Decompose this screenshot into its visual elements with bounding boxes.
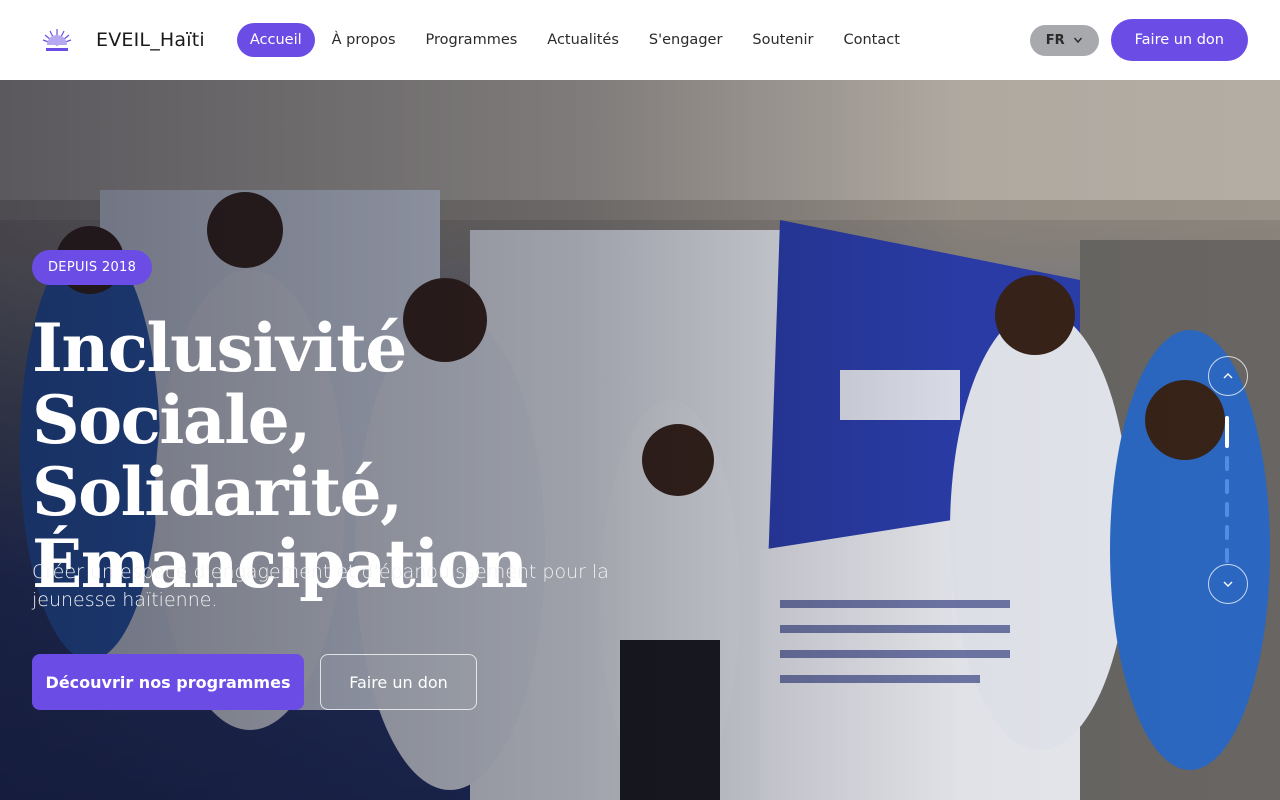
slide-dot[interactable] xyxy=(1225,548,1229,563)
hero-title: Inclusivité Sociale, Solidarité, Émancip… xyxy=(32,312,672,600)
slide-dot[interactable] xyxy=(1225,502,1229,517)
nav-item-contact[interactable]: Contact xyxy=(830,23,912,57)
nav-item-accueil[interactable]: Accueil xyxy=(236,23,315,57)
brand-name: EVEIL_Haïti xyxy=(96,29,205,51)
chevron-up-icon xyxy=(1223,373,1233,379)
discover-programs-button[interactable]: Découvrir nos programmes xyxy=(32,654,304,710)
chevron-down-icon xyxy=(1073,37,1082,44)
slide-next-button[interactable] xyxy=(1208,564,1248,604)
nav-item-soutenir[interactable]: Soutenir xyxy=(739,23,826,57)
slide-dot[interactable] xyxy=(1225,416,1229,448)
nav-item-programmes[interactable]: Programmes xyxy=(413,23,531,57)
sunrise-logo-icon xyxy=(42,29,72,52)
hero-title-line: Solidarité, xyxy=(32,453,403,531)
slide-prev-button[interactable] xyxy=(1208,356,1248,396)
hero-subtitle: Créer un espace d'engagement et d'épanou… xyxy=(32,561,609,611)
donate-button-hero[interactable]: Faire un don xyxy=(320,654,477,710)
brand[interactable]: EVEIL_Haïti xyxy=(40,23,205,57)
language-selector[interactable]: FR xyxy=(1029,24,1099,56)
site-header: EVEIL_Haïti Accueil À propos Programmes … xyxy=(0,0,1280,80)
header-actions: FR Faire un don xyxy=(1029,19,1248,61)
language-label: FR xyxy=(1045,32,1065,48)
hero-title-line: Inclusivité Sociale, xyxy=(32,309,407,459)
main-nav: Accueil À propos Programmes Actualités S… xyxy=(236,23,913,57)
nav-item-a-propos[interactable]: À propos xyxy=(319,23,409,57)
hero-section: DEPUIS 2018 Inclusivité Sociale, Solidar… xyxy=(0,80,1280,800)
slide-dot[interactable] xyxy=(1225,479,1229,494)
slide-dot[interactable] xyxy=(1225,456,1229,471)
nav-item-sengager[interactable]: S'engager xyxy=(636,23,735,57)
slide-indicators xyxy=(1225,416,1231,563)
donate-button-header[interactable]: Faire un don xyxy=(1110,19,1248,61)
since-badge: DEPUIS 2018 xyxy=(32,250,153,285)
chevron-down-icon xyxy=(1223,581,1233,587)
slide-dot[interactable] xyxy=(1225,525,1229,540)
nav-item-actualites[interactable]: Actualités xyxy=(534,23,632,57)
